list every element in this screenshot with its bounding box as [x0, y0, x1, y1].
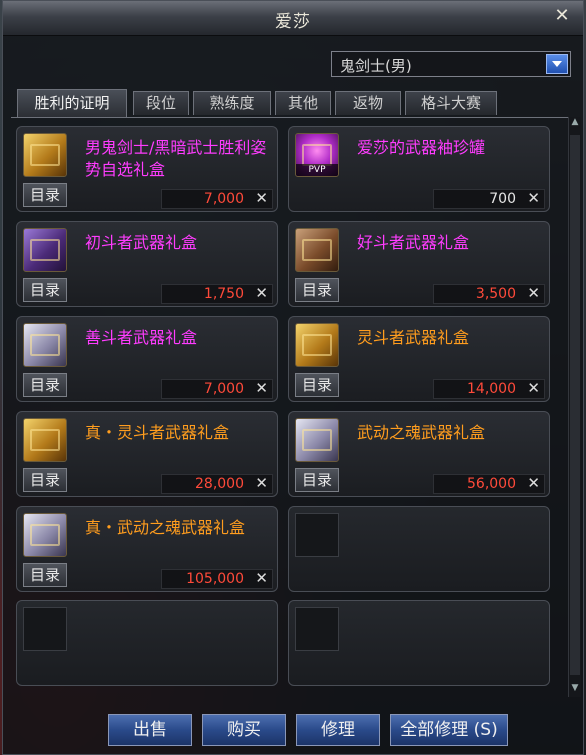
- catalog-button[interactable]: 目录: [23, 278, 67, 302]
- buy-button[interactable]: 购买: [202, 714, 286, 746]
- currency-icon: [527, 189, 540, 207]
- item-price-value: 7,000: [203, 191, 244, 207]
- item-price: 700: [433, 189, 545, 209]
- currency-icon: [255, 474, 268, 492]
- scroll-down-icon[interactable]: ▼: [569, 683, 581, 697]
- window-title: 爱莎: [275, 12, 311, 32]
- catalog-button[interactable]: 目录: [295, 373, 339, 397]
- item-name: 男鬼剑士/黑暗武士胜利姿势自选礼盒: [85, 138, 267, 179]
- box-outline: [30, 239, 60, 261]
- empty-icon-slot: [295, 607, 339, 651]
- repair-button[interactable]: 修理: [296, 714, 380, 746]
- item-price-value: 1,750: [203, 286, 244, 302]
- item-name: 好斗者武器礼盒: [357, 233, 470, 252]
- item-price: 3,500: [433, 284, 545, 304]
- brown-box-icon[interactable]: [295, 228, 339, 272]
- bottom-bar: 出售 购买 修理 全部修理 (S): [0, 706, 580, 755]
- sell-button[interactable]: 出售: [108, 714, 192, 746]
- shop-item[interactable]: PVP 爱莎的武器袖珍罐 700: [288, 126, 550, 212]
- item-price: 56,000: [433, 474, 545, 494]
- box-outline: [302, 239, 332, 261]
- item-name: 初斗者武器礼盒: [85, 233, 198, 252]
- item-price: 14,000: [433, 379, 545, 399]
- catalog-button[interactable]: 目录: [295, 278, 339, 302]
- item-price: 7,000: [161, 379, 273, 399]
- silver-box-icon[interactable]: [295, 418, 339, 462]
- item-price-value: 56,000: [467, 476, 516, 492]
- item-price-value: 105,000: [186, 571, 244, 587]
- item-price-value: 3,500: [475, 286, 516, 302]
- currency-icon: [527, 379, 540, 397]
- gold-box-icon[interactable]: [295, 323, 339, 367]
- empty-icon-slot: [23, 607, 67, 651]
- tab-victory-proof[interactable]: 胜利的证明: [17, 89, 127, 117]
- item-name: 真・灵斗者武器礼盒: [85, 423, 230, 442]
- item-price: 28,000: [161, 474, 273, 494]
- tab-fighting-tournament[interactable]: 格斗大赛: [405, 91, 497, 115]
- silver-box-icon[interactable]: [23, 323, 67, 367]
- item-price: 1,750: [161, 284, 273, 304]
- tab-rank[interactable]: 段位: [133, 91, 189, 115]
- pvp-badge: PVP: [296, 164, 338, 176]
- shop-item[interactable]: 初斗者武器礼盒目录 1,750: [16, 221, 278, 307]
- shop-item[interactable]: 真・武动之魂武器礼盒目录 105,000: [16, 506, 278, 592]
- silver-box-icon[interactable]: [23, 513, 67, 557]
- box-outline: [30, 144, 60, 166]
- scroll-thumb[interactable]: [570, 135, 580, 675]
- item-name: 武动之魂武器礼盒: [357, 423, 486, 442]
- item-price-value: 14,000: [467, 381, 516, 397]
- tab-other[interactable]: 其他: [275, 91, 331, 115]
- box-outline: [302, 334, 332, 356]
- catalog-button[interactable]: 目录: [295, 468, 339, 492]
- empty-slot: [288, 600, 550, 686]
- item-price-value: 700: [489, 191, 516, 207]
- catalog-button[interactable]: 目录: [23, 468, 67, 492]
- empty-slot: [288, 506, 550, 592]
- item-price: 105,000: [161, 569, 273, 589]
- box-outline: [302, 429, 332, 451]
- gold-box-icon[interactable]: [23, 418, 67, 462]
- class-select[interactable]: 鬼剑士(男): [331, 51, 571, 77]
- item-name: 真・武动之魂武器礼盒: [85, 518, 246, 537]
- empty-icon-slot: [295, 513, 339, 557]
- repair-all-button[interactable]: 全部修理 (S): [390, 714, 508, 746]
- close-icon[interactable]: ✕: [551, 5, 573, 27]
- tab-return[interactable]: 返物: [335, 91, 401, 115]
- shop-item[interactable]: 真・灵斗者武器礼盒目录 28,000: [16, 411, 278, 497]
- scrollbar[interactable]: ▲ ▼: [568, 117, 581, 697]
- shop-item[interactable]: 武动之魂武器礼盒目录 56,000: [288, 411, 550, 497]
- title-bar[interactable]: 爱莎 ✕: [3, 1, 583, 36]
- scroll-up-icon[interactable]: ▲: [569, 117, 581, 131]
- box-outline: [30, 429, 60, 451]
- catalog-button[interactable]: 目录: [23, 183, 67, 207]
- currency-icon: [255, 284, 268, 302]
- catalog-button[interactable]: 目录: [23, 373, 67, 397]
- shop-item[interactable]: 灵斗者武器礼盒目录 14,000: [288, 316, 550, 402]
- item-name: 爱莎的武器袖珍罐: [357, 138, 486, 157]
- currency-icon: [255, 189, 268, 207]
- item-price-value: 7,000: [203, 381, 244, 397]
- item-price: 7,000: [161, 189, 273, 209]
- pvp-jar-icon[interactable]: PVP: [295, 133, 339, 177]
- item-name: 善斗者武器礼盒: [85, 328, 198, 347]
- empty-slot: [16, 600, 278, 686]
- chevron-down-icon[interactable]: [546, 54, 568, 74]
- box-outline: [30, 334, 60, 356]
- purple-box-icon[interactable]: [23, 228, 67, 272]
- box-outline: [30, 524, 60, 546]
- class-select-value: 鬼剑士(男): [340, 57, 412, 75]
- item-name: 灵斗者武器礼盒: [357, 328, 470, 347]
- currency-icon: [527, 474, 540, 492]
- tab-proficiency[interactable]: 熟练度: [193, 91, 271, 115]
- shop-item[interactable]: 男鬼剑士/黑暗武士胜利姿势自选礼盒 目录 7,000: [16, 126, 278, 212]
- gold-box-icon[interactable]: [23, 133, 67, 177]
- currency-icon: [255, 569, 268, 587]
- box-outline: [302, 144, 332, 166]
- catalog-button[interactable]: 目录: [23, 563, 67, 587]
- currency-icon: [527, 284, 540, 302]
- shop-item[interactable]: 好斗者武器礼盒目录 3,500: [288, 221, 550, 307]
- currency-icon: [255, 379, 268, 397]
- shop-item[interactable]: 善斗者武器礼盒目录 7,000: [16, 316, 278, 402]
- item-price-value: 28,000: [195, 476, 244, 492]
